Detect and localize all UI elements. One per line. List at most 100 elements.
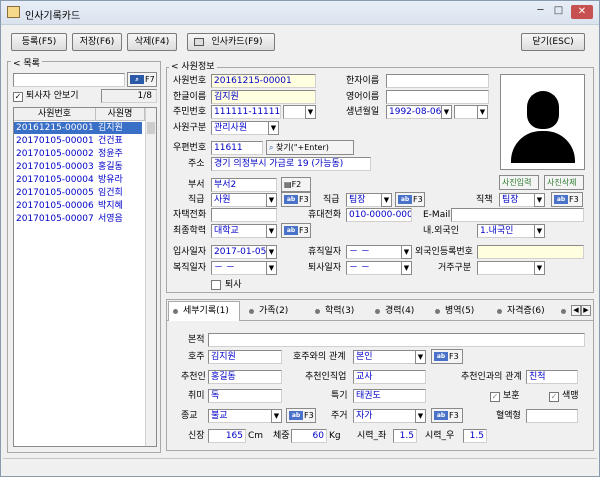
tab-family[interactable]: 가족(2) [249,304,288,319]
chevron-down-icon[interactable]: ▼ [266,261,277,275]
rank-f3-button[interactable]: ab F3 [395,192,425,207]
tab-scroll-left-icon[interactable]: ◀ [571,305,581,316]
chevron-down-icon[interactable]: ▼ [271,409,282,423]
chevron-down-icon[interactable]: ▼ [534,261,545,275]
photo-delete-button[interactable]: 사진삭제 [544,175,584,190]
retired-label: 퇴사 [225,280,242,290]
chevron-down-icon[interactable]: ▼ [268,121,279,135]
scroll-thumb[interactable] [147,122,155,134]
chevron-down-icon[interactable]: ▼ [534,193,545,207]
close-button[interactable]: 닫기(ESC) [521,33,585,51]
colorblind-checkbox[interactable]: ✓ [549,392,559,402]
row-name: 김지원 [98,123,123,133]
maximize-button[interactable]: □ [552,6,565,18]
chevron-down-icon[interactable]: ▼ [305,105,316,119]
origin-field[interactable] [208,333,585,347]
email-field[interactable] [451,208,584,222]
tab-details[interactable]: 세부기록(1) [173,304,229,319]
blood-field[interactable] [526,409,578,423]
row-id: 20170105-00005 [16,188,94,198]
list-legend-text: 목록 [23,59,40,69]
list-scrollbar[interactable] [145,108,156,446]
search-button[interactable]: ⌕ F7 [127,72,157,87]
list-row[interactable]: 20170105-00004 방유라 [14,174,142,186]
kor-name-field[interactable]: 김지원 [211,90,316,104]
save-button[interactable]: 저장(F6) [72,33,122,51]
chevron-down-icon[interactable]: ▼ [477,105,488,119]
delete-button[interactable]: 삭제(F4) [127,33,177,51]
eng-name-field[interactable] [386,90,489,104]
home-tel-field[interactable] [211,208,277,222]
chevron-down-icon[interactable]: ▼ [266,224,277,238]
referrer-label: 추천인 [181,372,206,382]
weight-field[interactable]: 60 [291,429,327,443]
retired-checkbox[interactable] [211,280,221,290]
list-row[interactable]: 20170105-00007 서영음 [14,213,142,225]
chevron-down-icon[interactable]: ▼ [534,224,545,238]
chevron-down-icon[interactable]: ▼ [415,350,426,364]
minimize-button[interactable]: ─ [534,6,547,18]
list-row[interactable]: 20170105-00001 건건표 [14,135,142,147]
tab-certificate[interactable]: 자격증(6) [497,304,545,319]
chevron-down-icon[interactable]: ▼ [401,261,412,275]
foreign-no-label: 외국인등록번호 [415,247,473,257]
emp-no-field[interactable]: 20161215-00001 [211,74,316,88]
chevron-down-icon[interactable]: ▼ [266,193,277,207]
dept-field[interactable]: 부서2 [211,178,277,192]
grade-f3-button[interactable]: ab F3 [281,192,311,207]
register-button[interactable]: 등록(F5) [11,33,67,51]
religion-f3-button[interactable]: ab F3 [286,408,316,423]
col-header-name[interactable]: 사원명 [96,108,145,121]
eye-left-field[interactable]: 1.5 [393,429,417,443]
list-row[interactable]: 20170105-00005 임건희 [14,187,142,199]
chevron-down-icon[interactable]: ▼ [266,245,277,259]
height-field[interactable]: 165 [208,429,246,443]
row-name: 홍길동 [98,162,123,172]
tab-more[interactable] [561,304,571,319]
hobby-field[interactable]: 독 [208,389,282,403]
ref-rel-field[interactable]: 친척 [526,370,578,384]
veteran-checkbox[interactable]: ✓ [490,392,500,402]
photo-input-button[interactable]: 사진입력 [499,175,539,190]
tab-scroll-right-icon[interactable]: ▶ [581,305,591,316]
title-f3-button[interactable]: ab F3 [551,192,583,207]
hide-retired-checkbox[interactable]: ✓ [13,92,23,102]
list-search-input[interactable] [13,73,125,87]
tab-education[interactable]: 학력(3) [315,304,354,319]
mobile-field[interactable]: 010-0000-0000 [346,208,412,222]
dept-lookup-button[interactable]: ▤F2 [281,177,311,192]
kor-name-label: 한글이름 [173,92,207,102]
list-row[interactable]: 20161215-00001 김지원 [14,122,142,134]
title-bar: 인사기록카드 ─ □ ✕ [1,1,599,25]
row-name: 방유라 [98,175,123,185]
zip-field[interactable]: 11611 [211,141,263,155]
col-header-id[interactable]: 사원번호 [14,108,96,121]
ab-icon: ab [434,352,448,361]
edu-f3-button[interactable]: ab F3 [281,223,311,238]
zip-label: 우편번호 [173,143,207,153]
chevron-down-icon[interactable]: ▼ [441,105,452,119]
address-field[interactable]: 경기 의정부시 가금로 19 (가능동) [211,157,371,171]
relation-f3-button[interactable]: ab F3 [431,349,463,364]
ref-job-label: 추천인직업 [305,372,347,382]
referrer-field[interactable]: 홍길동 [208,370,282,384]
list-row[interactable]: 20170105-00002 정윤주 [14,148,142,160]
head-field[interactable]: 김지원 [208,350,282,364]
tab-military[interactable]: 병역(5) [435,304,474,319]
print-card-button[interactable]: 인사카드(F9) [187,33,275,51]
chevron-down-icon[interactable]: ▼ [401,245,412,259]
close-window-button[interactable]: ✕ [571,5,593,19]
chevron-down-icon[interactable]: ▼ [381,193,392,207]
chevron-down-icon[interactable]: ▼ [415,409,426,423]
list-row[interactable]: 20170105-00003 홍길동 [14,161,142,173]
find-address-button[interactable]: ⌕ 찾기("+Enter) [266,140,354,155]
ssn-field[interactable]: 111111-1111111 [211,105,281,119]
eye-right-field[interactable]: 1.5 [463,429,487,443]
tab-career[interactable]: 경력(4) [375,304,414,319]
list-row[interactable]: 20170105-00006 박지혜 [14,200,142,212]
house-f3-button[interactable]: ab F3 [431,408,463,423]
skill-field[interactable]: 태권도 [353,389,426,403]
foreign-no-field[interactable] [477,245,584,259]
ref-job-field[interactable]: 교사 [353,370,426,384]
hanja-field[interactable] [386,74,489,88]
